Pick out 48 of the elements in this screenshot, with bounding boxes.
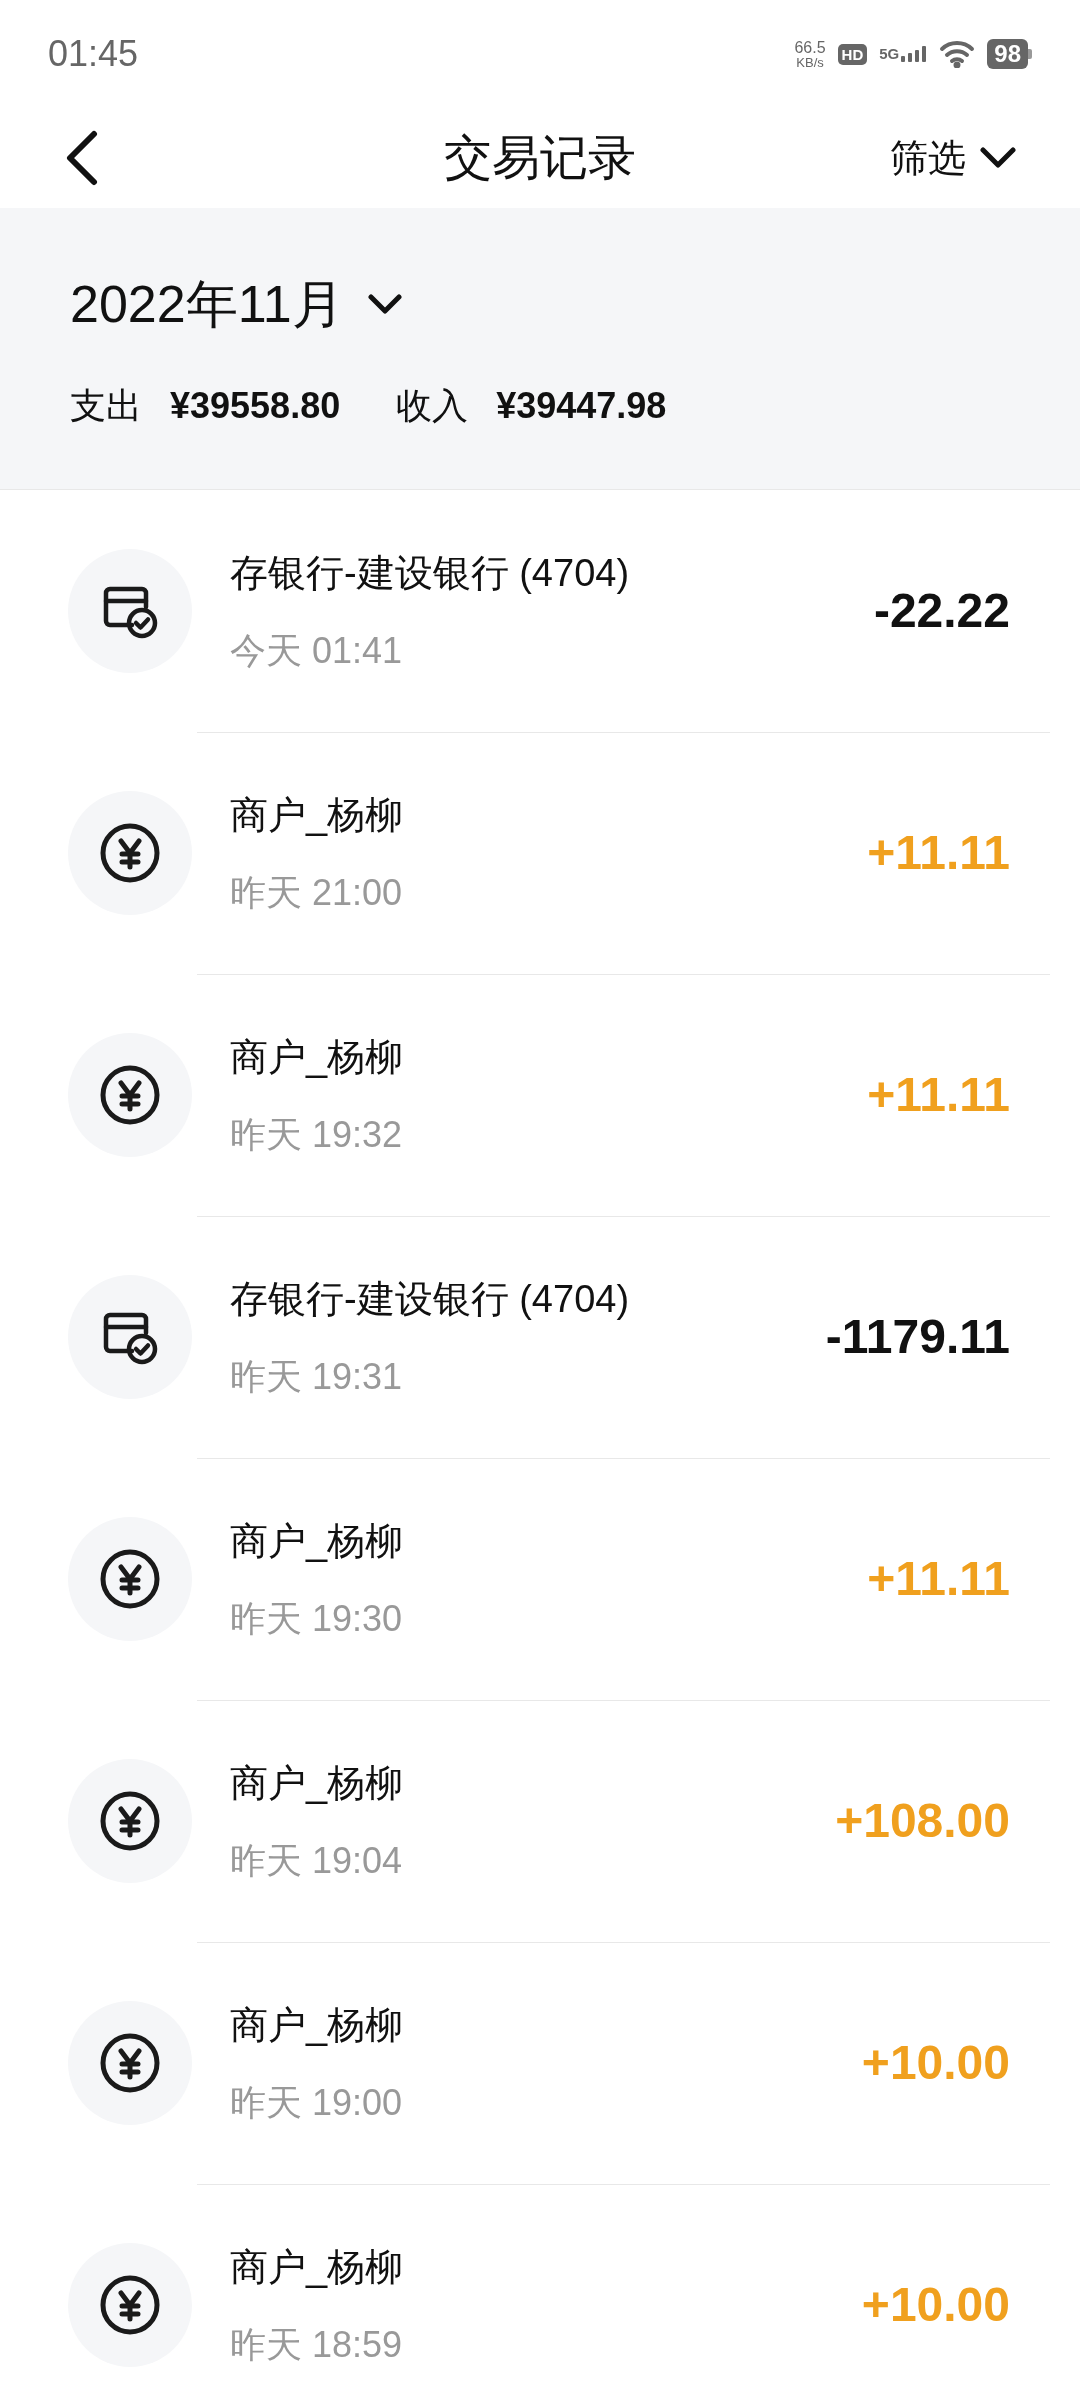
back-icon[interactable] xyxy=(64,130,100,186)
transaction-amount: +11.11 xyxy=(867,1067,1010,1123)
chevron-down-icon xyxy=(367,293,402,314)
transaction-amount: +11.11 xyxy=(867,825,1010,881)
transaction-title: 存银行-建设银行 (4704) xyxy=(230,550,631,596)
hd-badge: HD xyxy=(837,43,868,65)
yen-coin-icon xyxy=(98,1547,162,1611)
transaction-title: 商户_杨柳 xyxy=(230,1034,405,1080)
network-type: 5G xyxy=(879,46,900,61)
wifi-icon xyxy=(939,40,976,68)
transaction-title: 商户_杨柳 xyxy=(230,2002,405,2048)
yen-coin-icon xyxy=(98,1789,162,1853)
transaction-title: 商户_杨柳 xyxy=(230,792,405,838)
transaction-time: 昨天 19:00 xyxy=(230,2080,404,2125)
transaction-time: 昨天 19:31 xyxy=(230,1354,404,1399)
yen-coin-icon xyxy=(98,2273,162,2337)
transaction-title: 商户_杨柳 xyxy=(230,1760,405,1806)
chevron-down-icon xyxy=(980,147,1016,169)
transaction-amount: +10.00 xyxy=(861,2035,1010,2091)
transaction-time: 今天 01:41 xyxy=(230,628,404,673)
page-title: 交易记录 xyxy=(444,130,636,186)
income-amount: ¥39447.98 xyxy=(496,383,667,428)
transaction-amount: +108.00 xyxy=(835,1793,1010,1849)
transaction-amount: -1179.11 xyxy=(825,1309,1010,1365)
transaction-title: 商户_杨柳 xyxy=(230,1518,405,1564)
filter-button[interactable]: 筛选 xyxy=(890,129,1016,187)
expense-amount: ¥39558.80 xyxy=(170,383,341,428)
month-selector[interactable]: 2022年11月 xyxy=(70,264,402,343)
transaction-time: 昨天 21:00 xyxy=(230,870,404,915)
transaction-time: 昨天 19:30 xyxy=(230,1596,404,1641)
signal-icon xyxy=(901,46,928,62)
transaction-time: 昨天 19:04 xyxy=(230,1838,404,1883)
transaction-amount: -22.22 xyxy=(873,583,1010,639)
transaction-title: 存银行-建设银行 (4704) xyxy=(230,1276,631,1322)
transaction-amount: +10.00 xyxy=(861,2277,1010,2333)
network-speed-unit: KB/s xyxy=(796,55,824,69)
transaction-amount: +11.11 xyxy=(867,1551,1010,1607)
yen-coin-icon xyxy=(98,2031,162,2095)
income-label: 收入 xyxy=(396,383,469,428)
network-speed: 66.5 xyxy=(794,39,826,56)
battery-indicator: 98 xyxy=(987,39,1032,69)
expense-label: 支出 xyxy=(70,383,142,428)
transaction-time: 昨天 19:32 xyxy=(230,1112,404,1157)
status-time: 01:45 xyxy=(48,32,139,76)
transaction-time: 昨天 18:59 xyxy=(230,2322,404,2367)
yen-coin-icon xyxy=(98,821,162,885)
yen-coin-icon xyxy=(98,1063,162,1127)
transaction-title: 商户_杨柳 xyxy=(230,2244,405,2290)
